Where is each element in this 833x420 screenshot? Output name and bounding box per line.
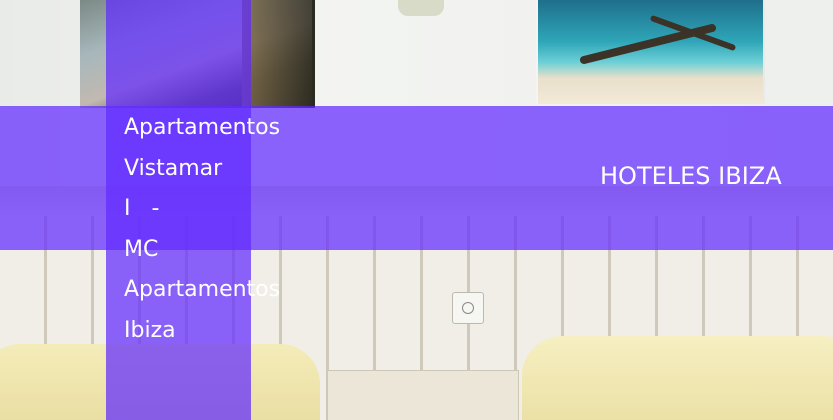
hotel-title: Apartamentos Vistamar I - MC Apartamento… — [124, 108, 324, 351]
power-outlet — [452, 292, 484, 324]
wall-picture-right — [536, 0, 765, 104]
picture-driftwood — [579, 23, 717, 65]
category-link[interactable]: HOTELES IBIZA — [600, 156, 782, 196]
picture-grass — [242, 0, 312, 108]
pillow-right — [522, 336, 833, 420]
title-line: Vistamar — [124, 155, 223, 181]
title-line: Apartamentos — [124, 115, 281, 140]
wall-lamp — [398, 0, 444, 16]
picture-driftwood-branch — [649, 14, 737, 52]
title-line: I - — [124, 196, 160, 221]
title-line: Ibiza — [124, 317, 176, 343]
nightstand — [327, 370, 519, 420]
title-line: MC — [124, 236, 159, 262]
title-line: Apartamentos — [124, 277, 281, 302]
